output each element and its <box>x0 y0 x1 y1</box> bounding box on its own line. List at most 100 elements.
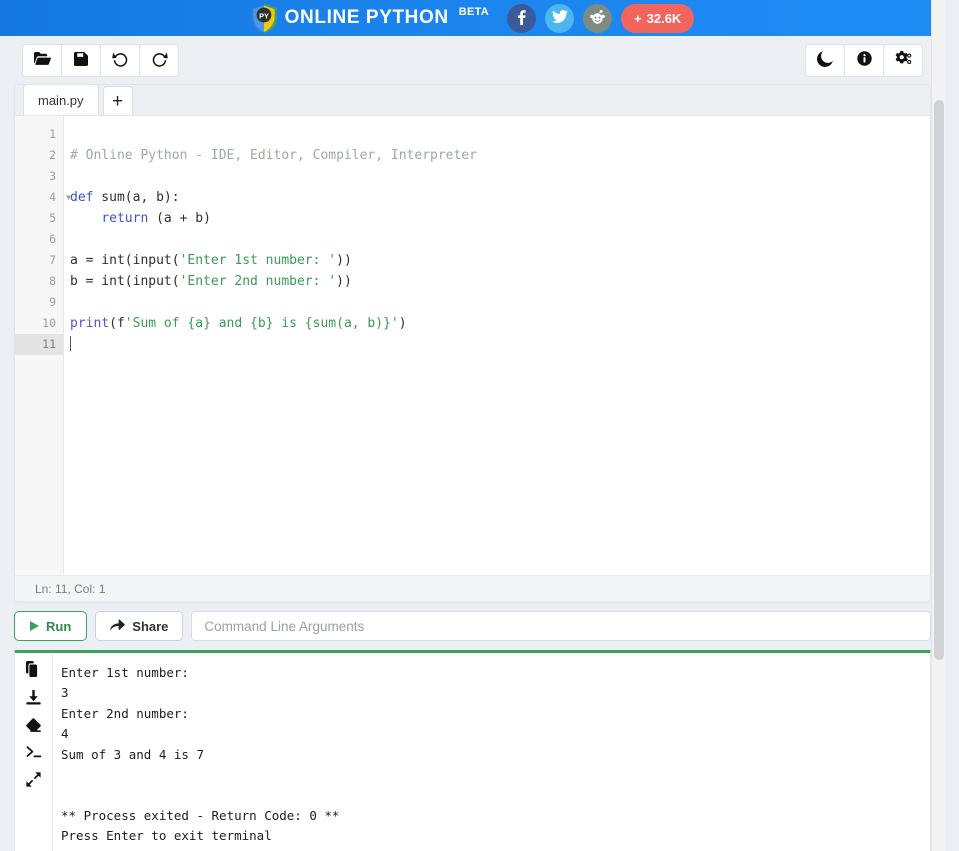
add-tab-button[interactable]: + <box>103 86 133 115</box>
file-tab-bar: main.py + <box>15 85 930 116</box>
settings-button[interactable] <box>883 44 923 77</box>
social-buttons: + 32.6K <box>507 4 694 33</box>
code-editor[interactable]: 1234▼567891011 # Online Python - IDE, Ed… <box>15 116 930 575</box>
download-output-button[interactable] <box>26 690 41 705</box>
code-token: 'Enter 2nd number: ' <box>180 274 337 289</box>
output-line: ** Process exited - Return Code: 0 ** <box>61 806 930 826</box>
redo-button[interactable] <box>139 44 179 77</box>
save-file-button[interactable] <box>61 44 101 77</box>
text-cursor <box>70 336 71 351</box>
command-line-arguments-input[interactable] <box>191 611 931 641</box>
code-line: return (a + b) <box>70 208 930 229</box>
gear-icon <box>894 51 912 70</box>
share-button[interactable]: Share <box>95 611 183 641</box>
code-token: # Online Python - IDE, Editor, Compiler,… <box>70 148 477 163</box>
undo-button[interactable] <box>100 44 140 77</box>
app-header: PY ONLINE PYTHON BETA <box>0 0 945 36</box>
code-token: def <box>70 190 93 205</box>
open-terminal-button[interactable] <box>26 745 42 759</box>
line-number: 2 <box>15 145 63 166</box>
view-actions-group <box>805 44 923 77</box>
reddit-share-button[interactable] <box>583 4 612 33</box>
editor-toolbar <box>0 36 945 84</box>
line-number: 10 <box>15 313 63 334</box>
plus-icon: + <box>634 11 642 26</box>
file-tab-main-py[interactable]: main.py <box>23 84 99 115</box>
code-line <box>70 166 930 187</box>
code-token: 'Enter 1st number: ' <box>180 253 337 268</box>
share-arrow-icon <box>110 618 125 634</box>
svg-text:PY: PY <box>259 11 269 20</box>
run-button[interactable]: Run <box>14 611 87 641</box>
code-line: print(f'Sum of {a} and {b} is {sum(a, b)… <box>70 313 930 334</box>
fold-arrow-icon[interactable]: ▼ <box>66 187 71 208</box>
twitter-share-button[interactable] <box>545 4 574 33</box>
dark-mode-button[interactable] <box>805 44 845 77</box>
clear-output-button[interactable] <box>26 718 41 732</box>
copy-output-button[interactable] <box>26 661 41 677</box>
follow-count-button[interactable]: + 32.6K <box>621 4 694 33</box>
code-token: return <box>101 211 148 226</box>
code-content[interactable]: # Online Python - IDE, Editor, Compiler,… <box>64 116 930 575</box>
share-button-label: Share <box>132 619 168 634</box>
page-scrollbar[interactable] <box>931 0 945 851</box>
output-line: Sum of 3 and 4 is 7 <box>61 745 930 765</box>
output-line: 4 <box>61 724 930 744</box>
page-scrollbar-thumb[interactable] <box>934 100 944 660</box>
code-token: ) <box>399 316 407 331</box>
code-line <box>70 292 930 313</box>
line-number: 9 <box>15 292 63 313</box>
python-shield-logo-icon: PY <box>251 4 277 33</box>
open-file-button[interactable] <box>22 44 62 77</box>
line-number: 4▼ <box>15 187 63 208</box>
code-token: b = int(input( <box>70 274 180 289</box>
follow-count-label: 32.6K <box>647 11 682 26</box>
plus-icon: + <box>112 92 123 111</box>
code-token: print <box>70 316 109 331</box>
brand-title: ONLINE PYTHON <box>285 7 449 29</box>
facebook-icon <box>517 9 526 28</box>
code-token: )) <box>336 253 352 268</box>
save-icon <box>74 52 88 69</box>
line-number: 8 <box>15 271 63 292</box>
file-tab-label: main.py <box>38 93 84 108</box>
expand-output-button[interactable] <box>26 772 41 787</box>
output-line: Enter 2nd number: <box>61 704 930 724</box>
reddit-icon <box>590 10 605 27</box>
action-row: Run Share <box>14 611 931 641</box>
code-line: def sum(a, b): <box>70 187 930 208</box>
info-icon <box>857 51 872 69</box>
twitter-icon <box>552 10 568 27</box>
output-text: Enter 1st number:3Enter 2nd number:4Sum … <box>53 653 930 851</box>
code-line <box>70 124 930 145</box>
undo-icon <box>112 51 129 70</box>
code-token: sum(a, b): <box>93 190 179 205</box>
cursor-position-label: Ln: 11, Col: 1 <box>35 582 106 596</box>
beta-badge: BETA <box>459 6 489 18</box>
code-line: b = int(input('Enter 2nd number: ')) <box>70 271 930 292</box>
moon-icon <box>817 51 833 70</box>
play-icon <box>30 621 39 631</box>
line-number: 11 <box>15 334 63 355</box>
output-panel: Enter 1st number:3Enter 2nd number:4Sum … <box>14 650 931 851</box>
code-line <box>70 334 930 355</box>
run-button-label: Run <box>46 619 71 634</box>
line-number: 3 <box>15 166 63 187</box>
output-line: 3 <box>61 683 930 703</box>
line-number: 1 <box>15 124 63 145</box>
output-tools <box>15 653 53 851</box>
facebook-share-button[interactable] <box>507 4 536 33</box>
editor-status-bar: Ln: 11, Col: 1 <box>15 575 930 601</box>
code-token: a = int(input( <box>70 253 180 268</box>
code-token: 'Sum of {a} and {b} is {sum(a, b)}' <box>125 316 399 331</box>
output-line <box>61 765 930 785</box>
folder-open-icon <box>34 52 51 69</box>
info-button[interactable] <box>844 44 884 77</box>
code-token: (a + b) <box>148 211 211 226</box>
brand-logo[interactable]: PY ONLINE PYTHON BETA <box>251 4 489 33</box>
code-line: a = int(input('Enter 1st number: ')) <box>70 250 930 271</box>
output-line: Enter 1st number: <box>61 663 930 683</box>
line-number: 5 <box>15 208 63 229</box>
code-token: )) <box>336 274 352 289</box>
line-number: 6 <box>15 229 63 250</box>
